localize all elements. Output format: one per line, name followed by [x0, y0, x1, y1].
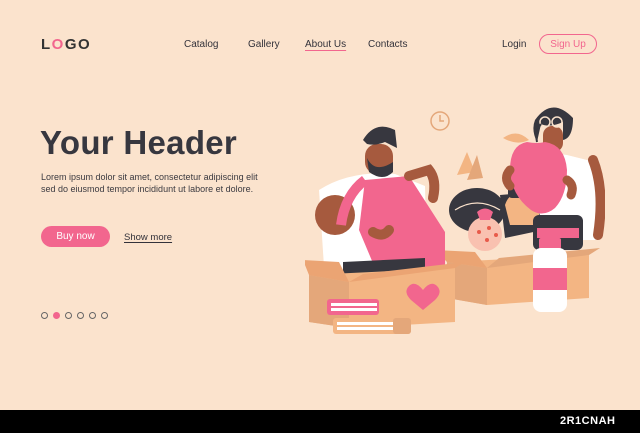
- donation-illustration: [305, 107, 605, 334]
- hero-description-line: sed do eiusmod tempor incididunt ut labo…: [41, 183, 254, 194]
- logo[interactable]: LOGO: [41, 36, 91, 53]
- login-link[interactable]: Login: [502, 39, 526, 50]
- signup-button[interactable]: Sign Up: [539, 34, 597, 54]
- pagination-dots: [41, 312, 108, 319]
- pagination-dot[interactable]: [65, 312, 72, 319]
- pagination-dot[interactable]: [101, 312, 108, 319]
- man-figure: [315, 126, 445, 282]
- hero-description-line: Lorem ipsum dolor sit amet, consectetur …: [41, 172, 258, 182]
- nav-catalog[interactable]: Catalog: [184, 39, 218, 50]
- page-title: Your Header: [40, 124, 238, 161]
- pagination-dot-active[interactable]: [53, 312, 60, 319]
- clock-icon: [430, 111, 450, 131]
- watermark-id: 2R1CNAH: [560, 415, 616, 427]
- nav-contacts[interactable]: Contacts: [368, 39, 407, 50]
- logo-letter-o: O: [78, 36, 92, 53]
- pagination-dot[interactable]: [41, 312, 48, 319]
- buy-now-button[interactable]: Buy now: [41, 226, 110, 247]
- landing-page: LOGO Catalog Gallery About Us Contacts L…: [0, 0, 640, 410]
- logo-letter: L: [41, 36, 52, 53]
- bottle-icon: [533, 238, 567, 312]
- pagination-dot[interactable]: [77, 312, 84, 319]
- pagination-dot[interactable]: [89, 312, 96, 319]
- nav-gallery[interactable]: Gallery: [248, 39, 280, 50]
- logo-letter: G: [64, 36, 79, 53]
- nav-about-us[interactable]: About Us: [305, 39, 346, 50]
- logo-letter-o: O: [51, 36, 65, 53]
- box-right: [435, 248, 600, 305]
- watermark-strip: [0, 410, 640, 433]
- hero-description: Lorem ipsum dolor sit amet, consectetur …: [41, 172, 258, 195]
- show-more-link[interactable]: Show more: [124, 232, 172, 243]
